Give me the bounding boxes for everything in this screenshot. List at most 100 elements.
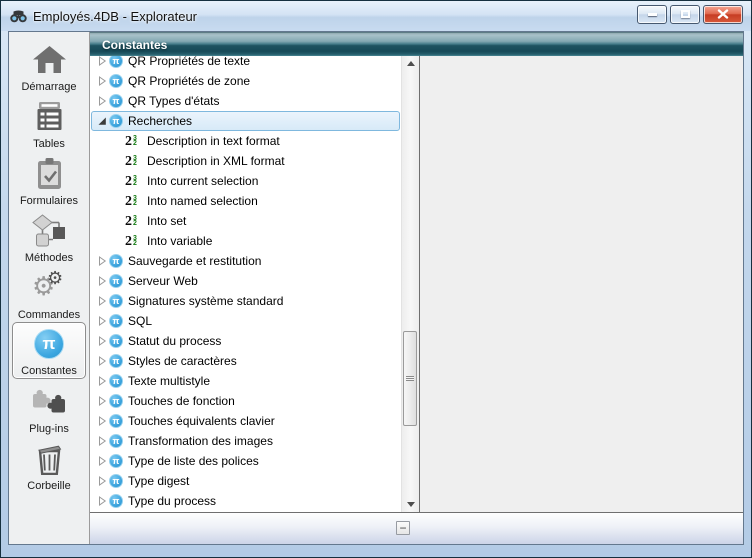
collapsed-triangle-icon[interactable] [98,316,109,326]
longint-digit: 2 [125,195,132,208]
arrow-down-icon [407,502,415,507]
tree-item-label: Into set [147,214,186,228]
longint-bottom-digit: 2 [133,221,137,227]
collapsed-triangle-icon[interactable] [98,56,109,66]
scrollbar-thumb[interactable] [403,331,417,426]
scroll-down-button[interactable] [402,497,419,512]
collapsed-triangle-icon[interactable] [98,496,109,506]
sidebar-item-methodes[interactable]: Méthodes [12,208,86,265]
sidebar-item-label: Tables [33,138,65,150]
longint-constant-icon: 232 [125,235,143,248]
collapsed-triangle-icon[interactable] [98,376,109,386]
sidebar: Démarrage TablesFormulairesMéthodes ⚙⚙ Comm… [9,32,90,544]
sidebar-item-demarrage[interactable]: Démarrage [12,37,86,94]
pi-theme-icon: π [109,494,123,508]
titlebar[interactable]: Employés.4DB - Explorateur [1,1,751,31]
collapsed-triangle-icon[interactable] [98,276,109,286]
tree-item-label: Type digest [128,474,189,488]
tree-item-sauvegarde-et-restitution[interactable]: πSauvegarde et restitution [91,251,400,271]
close-button[interactable] [703,5,743,24]
longint-digit: 2 [125,215,132,228]
sidebar-item-plug-ins[interactable]: Plug-ins [12,379,86,436]
tree-item-sql[interactable]: π SQL [91,311,400,331]
minimize-button[interactable] [637,5,667,24]
tree-item-label: Description in XML format [147,154,285,168]
tree-item-label: Type de liste des polices [128,454,259,468]
gears-icon: ⚙⚙ [32,271,66,303]
scroll-up-button[interactable] [402,56,419,71]
collapsed-triangle-icon[interactable] [98,356,109,366]
tree-item-qr-types-d-etats[interactable]: πQR Types d'états [91,91,400,111]
longint-bottom-digit: 2 [133,181,137,187]
tree-item-touches-de-fonction[interactable]: πTouches de fonction [91,391,400,411]
pi-theme-icon: π [109,454,123,468]
sidebar-item-tables[interactable]: Tables [12,94,86,151]
sidebar-item-label: Constantes [21,365,77,377]
collapsed-triangle-icon[interactable] [98,476,109,486]
collapsed-triangle-icon[interactable] [98,436,109,446]
constants-tree: πQR Propriétés de texteπQR Propriétés de… [90,56,401,512]
tree-item-label: Into variable [147,234,212,248]
pi-theme-icon: π [109,294,123,308]
tree-item-label: Serveur Web [128,274,198,288]
sidebar-item-label: Commandes [18,309,80,321]
tree-item-qr-proprietes-de-zone[interactable]: πQR Propriétés de zone [91,71,400,91]
content-area: πQR Propriétés de texteπQR Propriétés de… [90,56,743,512]
bottom-splitter-bar[interactable]: − [90,512,743,544]
maximize-button[interactable] [670,5,700,24]
sidebar-item-constantes[interactable]: πConstantes [12,322,86,379]
collapsed-triangle-icon[interactable] [98,296,109,306]
collapsed-triangle-icon[interactable] [98,396,109,406]
tree-item-label: SQL [128,314,152,328]
pi-theme-icon: π [109,394,123,408]
tree-item-type-du-process[interactable]: πType du process [91,491,400,511]
collapsed-triangle-icon[interactable] [98,256,109,266]
tree-item-touches-equivalents-clavier[interactable]: πTouches équivalents clavier [91,411,400,431]
tree-item-transformation-des-images[interactable]: πTransformation des images [91,431,400,451]
tree-item-label: Transformation des images [128,434,273,448]
vertical-scrollbar[interactable] [401,56,419,512]
pi-theme-icon: π [109,354,123,368]
tree-item-description-in-xml-format[interactable]: 232 Description in XML format [91,151,400,171]
tree-item-type-de-liste-des-polices[interactable]: π Type de liste des polices [91,451,400,471]
plugins-icon [31,379,67,423]
sidebar-item-corbeille[interactable]: Corbeille [12,436,86,493]
collapsed-triangle-icon[interactable] [98,96,109,106]
collapsed-triangle-icon[interactable] [98,416,109,426]
sidebar-item-label: Corbeille [27,480,70,492]
tree-item-description-in-text-format[interactable]: 232Description in text format [91,131,400,151]
forms-icon [36,151,63,195]
longint-bottom-digit: 2 [133,161,137,167]
tree-item-statut-du-process[interactable]: πStatut du process [91,331,400,351]
splitter-collapse-button[interactable]: − [396,521,410,535]
tree-item-qr-proprietes-de-texte[interactable]: πQR Propriétés de texte [91,56,400,71]
pi-theme-icon: π [109,314,123,328]
collapsed-triangle-icon[interactable] [98,336,109,346]
longint-constant-icon: 232 [125,175,143,188]
tree-item-styles-de-caracteres[interactable]: πStyles de caractères [91,351,400,371]
tree-item-into-current-selection[interactable]: 232 Into current selection [91,171,400,191]
sidebar-item-commandes[interactable]: ⚙⚙ Commandes [12,265,86,322]
client-area: Démarrage TablesFormulairesMéthodes ⚙⚙ Comm… [8,31,744,545]
collapsed-triangle-icon[interactable] [98,76,109,86]
sidebar-item-formulaires[interactable]: Formulaires [12,151,86,208]
tree-item-serveur-web[interactable]: πServeur Web [91,271,400,291]
longint-constant-icon: 232 [125,155,143,168]
tree-item-into-variable[interactable]: 232 Into variable [91,231,400,251]
pi-theme-icon: π [109,254,123,268]
thumb-grip-icon [406,376,414,381]
tree-item-signatures-systeme-standard[interactable]: πSignatures système standard [91,291,400,311]
tree-item-label: Into current selection [147,174,258,188]
pi-theme-icon: π [109,414,123,428]
explorer-window: Employés.4DB - Explorateur Démarrage Tabl… [0,0,752,558]
collapsed-triangle-icon[interactable] [98,456,109,466]
tree-item-into-set[interactable]: 232 Into set [91,211,400,231]
tree-item-recherches[interactable]: πRecherches [91,111,400,131]
tree-item-into-named-selection[interactable]: 232Into named selection [91,191,400,211]
tree-item-label: QR Propriétés de zone [128,74,250,88]
tree-item-texte-multistyle[interactable]: πTexte multistyle [91,371,400,391]
longint-exponents: 32 [133,216,137,227]
tree-item-type-digest[interactable]: πType digest [91,471,400,491]
tree-item-label: Statut du process [128,334,221,348]
expanded-triangle-icon[interactable] [98,116,109,126]
